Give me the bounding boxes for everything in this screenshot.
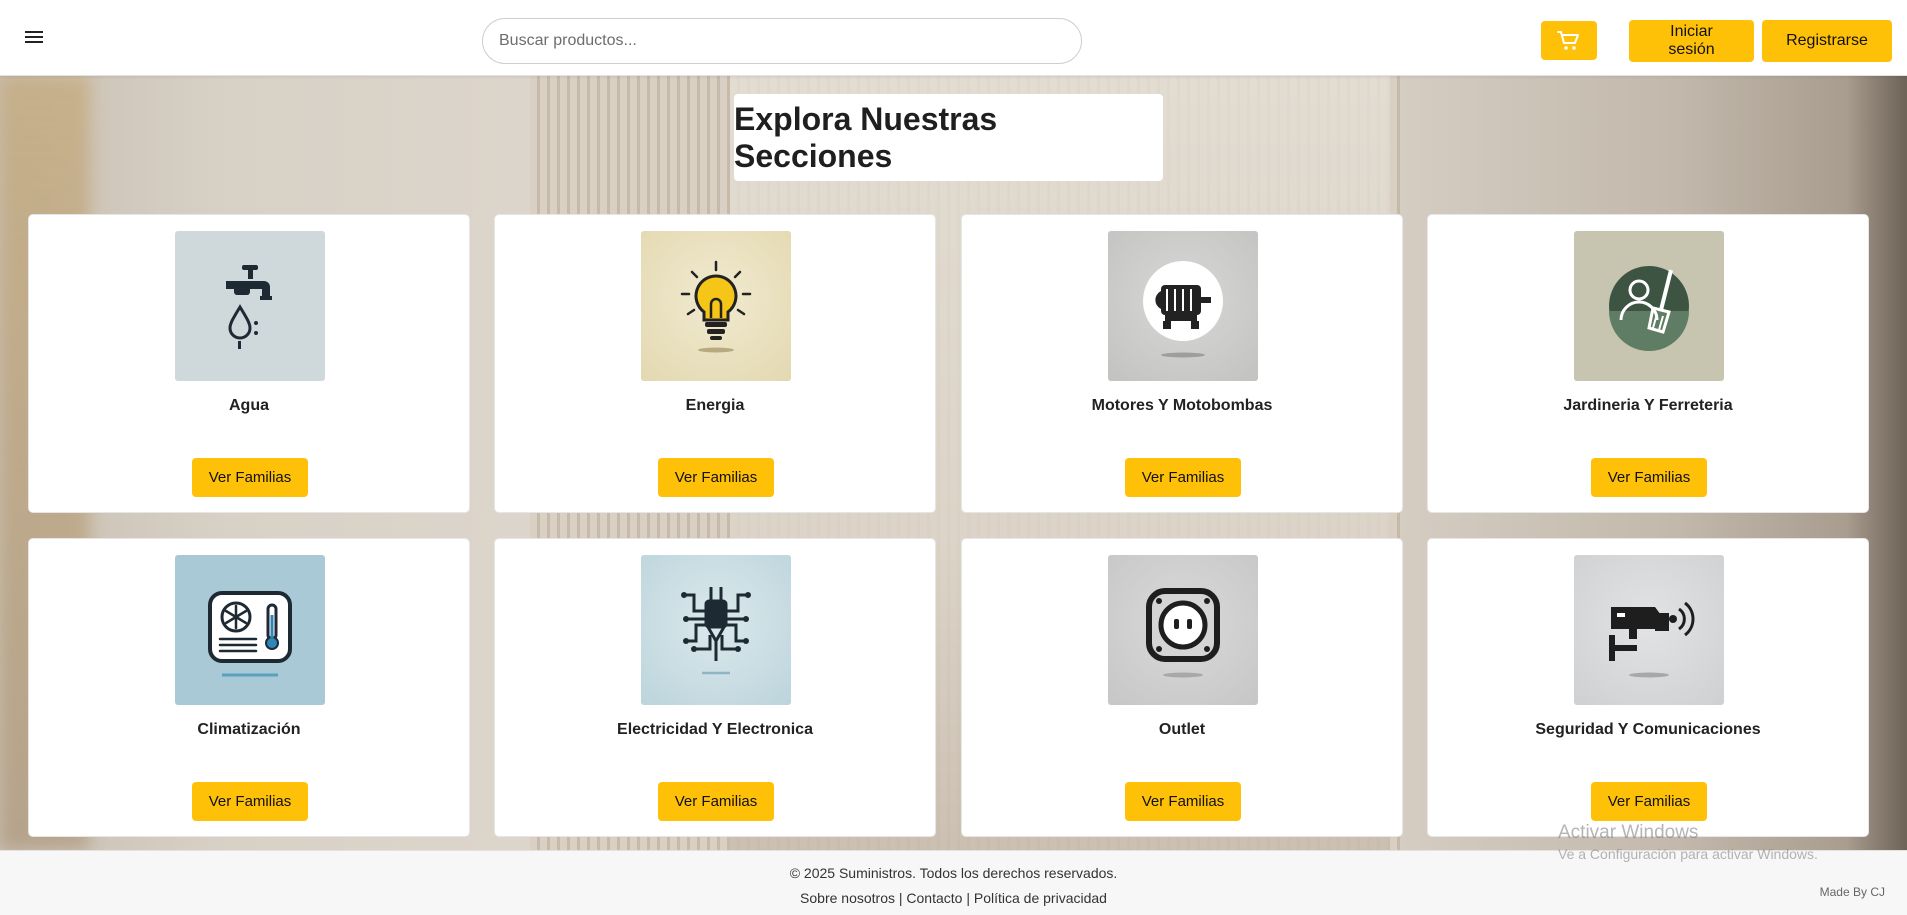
ver-familias-button[interactable]: Ver Familias [658,782,774,821]
section-card-motores: Motores Y Motobombas Ver Familias [961,214,1403,513]
top-navbar: Iniciar sesión Registrarse [0,0,1907,76]
ver-familias-button[interactable]: Ver Familias [1125,458,1241,497]
made-by-credit: Made By CJ [1819,885,1885,899]
ver-familias-button[interactable]: Ver Familias [192,458,308,497]
section-label: Agua [229,397,269,414]
electric-plug-circuit-icon [681,587,751,675]
section-label: Jardineria Y Ferreteria [1563,397,1733,414]
section-card-agua: Agua Ver Familias [28,214,470,513]
footer-separator: | [898,890,903,906]
ver-familias-button[interactable]: Ver Familias [1125,782,1241,821]
motor-icon [1143,261,1223,358]
cart-button[interactable] [1541,21,1597,60]
ver-familias-button[interactable]: Ver Familias [1591,458,1707,497]
footer-link-about[interactable]: Sobre nosotros [800,890,895,906]
watermark-subtitle: Ve a Configuración para activar Windows. [1558,846,1818,862]
section-image [641,555,791,705]
section-label: Climatización [197,721,301,738]
section-label: Outlet [1158,721,1206,738]
section-card-energia: Energia Ver Familias [494,214,936,513]
page-title: Explora Nuestras Secciones [734,100,998,174]
section-card-climatizacion: Climatización Ver Familias [28,538,470,837]
section-card-seguridad: Seguridad Y Comunicaciones Ver Familias [1427,538,1869,837]
windows-activation-watermark: Activar Windows Ve a Configuración para … [1558,822,1818,862]
section-card-outlet: Outlet Ver Familias [961,538,1403,837]
ver-familias-button[interactable]: Ver Familias [658,458,774,497]
section-label: Seguridad Y Comunicaciones [1535,721,1761,738]
section-image [175,555,325,705]
water-faucet-icon [226,265,272,349]
hamburger-menu-icon[interactable] [24,28,46,48]
section-title-box: Explora Nuestras Secciones [734,94,1163,181]
section-label: Energia [685,397,745,414]
power-outlet-icon [1146,588,1220,678]
section-label: Motores Y Motobombas [1091,397,1273,414]
section-label: Electricidad Y Electronica [617,721,813,738]
security-camera-icon [1609,601,1695,678]
register-button[interactable]: Registrarse [1762,20,1892,62]
section-image [641,231,791,381]
section-card-jardineria: Jardineria Y Ferreteria Ver Familias [1427,214,1869,513]
cart-icon [1557,30,1579,50]
section-image [1574,231,1724,381]
lightbulb-icon [680,260,752,353]
section-image [1574,555,1724,705]
section-card-electricidad: Electricidad Y Electronica Ver Familias [494,538,936,837]
air-conditioner-icon [208,591,292,677]
search-input[interactable] [482,18,1082,64]
section-image [1108,555,1258,705]
ver-familias-button[interactable]: Ver Familias [192,782,308,821]
footer-copyright: © 2025 Suministros. Todos los derechos r… [789,865,1118,881]
footer-links: Sobre nosotros | Contacto | Política de … [0,890,1907,906]
watermark-title: Activar Windows [1558,822,1699,843]
login-button[interactable]: Iniciar sesión [1629,20,1754,62]
section-image [175,231,325,381]
footer-link-privacy[interactable]: Política de privacidad [974,890,1107,906]
footer-separator: | [966,890,970,906]
footer-link-contact[interactable]: Contacto [906,890,962,906]
gardener-shovel-icon [1609,266,1689,351]
ver-familias-button[interactable]: Ver Familias [1591,782,1707,821]
section-image [1108,231,1258,381]
